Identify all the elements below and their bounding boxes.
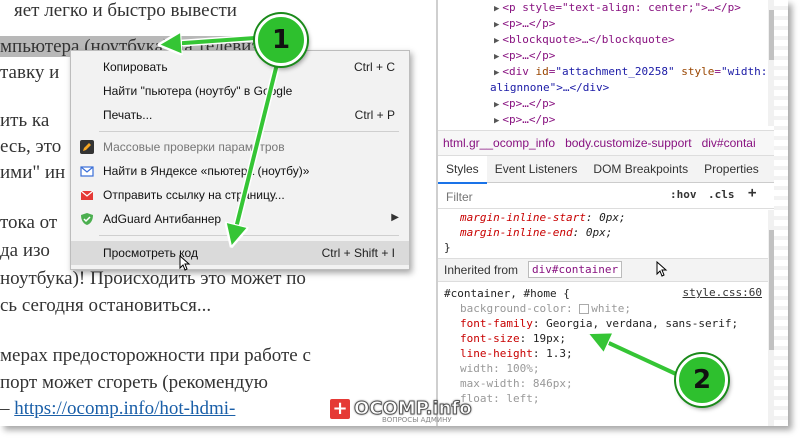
screenshot-frame: яет легко и быстро вывести мпьютера (ноу…	[0, 0, 788, 426]
rule-margin-inline-start[interactable]: margin-inline-start: 0px;	[460, 210, 626, 225]
page-line-8: да изо	[0, 240, 50, 261]
inherited-from-bar: Inherited from div#container	[438, 258, 768, 282]
mouse-cursor-icon	[179, 254, 191, 274]
rule-margin-inline-end[interactable]: margin-inline-end: 0px;	[460, 225, 612, 240]
submenu-arrow-icon: ▶	[391, 212, 399, 223]
mouse-cursor-icon	[656, 260, 668, 280]
menu-item-print[interactable]: Печать... Ctrl + P	[71, 103, 409, 127]
new-rule-button[interactable]: +	[748, 185, 756, 201]
prop-font-family[interactable]: font-family: Georgia, verdana, sans-seri…	[460, 316, 738, 331]
mail-send-icon	[80, 188, 94, 202]
dom-node-p-2[interactable]: ▶ <p>…</p>	[494, 48, 555, 64]
page-line-10: сь сегодня остановиться...	[0, 295, 212, 316]
menu-item-search-yandex[interactable]: Найти в Яндексе «пьютера (ноутбу)»	[71, 159, 409, 183]
menu-item-inspect[interactable]: Просмотреть код Ctrl + Shift + I	[71, 241, 409, 265]
ocomp-watermark: + OCOMP.info ВОПРОСЫ АДМИНУ	[330, 398, 472, 424]
page-line-6: ими" ин	[0, 162, 66, 183]
plus-logo-icon: +	[330, 398, 350, 419]
inherited-selector[interactable]: div#container	[528, 261, 623, 278]
annotation-badge-2: 2	[676, 354, 728, 406]
page-line-9: ноутбука)! Происходить это может по	[0, 268, 306, 289]
devtools-panel: ▶ <p style="text-align: center;">…</p> ▶ <…	[438, 0, 778, 426]
expand-triangle-icon[interactable]: ▶	[494, 52, 499, 62]
menu-item-send-link[interactable]: Отправить ссылку на страницу...	[71, 183, 409, 207]
tab-dom-breakpoints[interactable]: DOM Breakpoints	[585, 156, 696, 182]
expand-triangle-icon[interactable]: ▶	[494, 68, 499, 78]
dom-node-div-attachment[interactable]: ▶ <div id="attachment_20258" style="width…	[494, 64, 767, 80]
expand-triangle-icon[interactable]: ▶	[494, 100, 499, 110]
hot-hdmi-link[interactable]: https://ocomp.info/hot-hdmi-	[14, 398, 235, 419]
menu-item-copy[interactable]: Копировать Ctrl + C	[71, 55, 409, 79]
adguard-shield-icon	[80, 212, 94, 226]
menu-separator	[99, 235, 399, 236]
dom-node-p-centered[interactable]: ▶ <p style="text-align: center;">…</p>	[494, 0, 741, 16]
annotation-badge-1: 1	[255, 14, 307, 66]
expand-triangle-icon[interactable]: ▶	[494, 36, 499, 46]
page-line-4: ить ка	[0, 110, 50, 131]
context-menu: Копировать Ctrl + C Найти "пьютера (ноутб…	[70, 50, 410, 271]
prop-max-width[interactable]: max-width: 846px;	[460, 376, 573, 391]
breadcrumb: html.gr__ocomp_info body.customize-suppor…	[438, 130, 778, 156]
styles-filter-bar: :hov .cls +	[438, 184, 778, 209]
dom-node-p-4[interactable]: ▶ <p>…</p>	[494, 112, 555, 128]
menu-item-adguard[interactable]: AdGuard Антибаннер ▶	[71, 207, 409, 231]
source-link[interactable]: style.css:60	[683, 286, 762, 299]
pencil-icon	[80, 140, 94, 154]
prop-background-color[interactable]: background-color: white;	[460, 301, 631, 316]
filter-input[interactable]	[444, 188, 658, 206]
hov-button[interactable]: :hov	[670, 188, 697, 201]
torn-edge	[774, 0, 788, 426]
page-line-11: мерах предосторожности при работе с	[0, 345, 311, 366]
expand-triangle-icon[interactable]: ▶	[494, 20, 499, 30]
tab-event-listeners[interactable]: Event Listeners	[487, 156, 586, 182]
prop-line-height[interactable]: line-height: 1.3;	[460, 346, 573, 361]
expand-triangle-icon[interactable]: ▶	[494, 116, 499, 126]
breadcrumb-div-container[interactable]: div#contai	[697, 131, 761, 155]
cls-button[interactable]: .cls	[708, 188, 735, 201]
menu-item-mass-checks[interactable]: Массовые проверки параметров	[71, 135, 409, 159]
color-swatch[interactable]	[579, 304, 590, 314]
tab-styles[interactable]: Styles	[438, 156, 487, 184]
dom-node-div-alignnone[interactable]: alignnone">…</div>	[490, 80, 609, 96]
prop-font-size[interactable]: font-size: 19px;	[460, 331, 566, 346]
elements-tree: ▶ <p style="text-align: center;">…</p> ▶ <…	[438, 0, 778, 126]
dom-node-blockquote[interactable]: ▶ <blockquote>…</blockquote>	[494, 32, 675, 48]
dom-node-p-3[interactable]: ▶ <p>…</p>	[494, 96, 555, 112]
dom-node-p[interactable]: ▶ <p>…</p>	[494, 16, 555, 32]
menu-item-search-google[interactable]: Найти "пьютера (ноутбу" в Google	[71, 79, 409, 103]
page-line-5: есь, это	[0, 136, 62, 157]
tab-properties[interactable]: Properties	[696, 156, 767, 182]
page-line-3: тавку и	[0, 62, 60, 83]
prop-width[interactable]: width: 100%;	[460, 361, 540, 376]
page-line-13: – https://ocomp.info/hot-hdmi-	[0, 398, 236, 419]
page-line-1: яет легко и быстро вывести	[14, 0, 237, 21]
devtools-tabs: Styles Event Listeners DOM Breakpoints Prop…	[438, 156, 778, 184]
envelope-icon	[80, 164, 94, 178]
container-selector[interactable]: #container, #home {	[444, 286, 570, 301]
breadcrumb-body[interactable]: body.customize-support	[560, 131, 697, 155]
breadcrumb-html[interactable]: html.gr__ocomp_info	[438, 131, 560, 155]
page-line-12: порт может сгореть (рекомендую	[0, 372, 268, 393]
expand-triangle-icon[interactable]: ▶	[494, 4, 499, 14]
menu-separator	[99, 131, 399, 132]
page-line-7: тока от	[0, 212, 58, 233]
rule-close-brace: }	[444, 241, 451, 254]
inherited-label: Inherited from	[444, 263, 519, 277]
